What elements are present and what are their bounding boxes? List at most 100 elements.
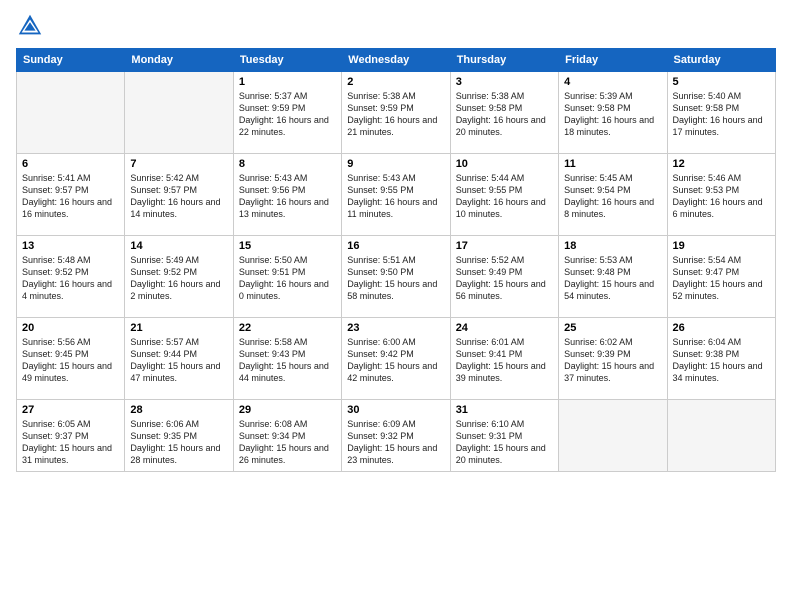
day-number: 15 bbox=[239, 240, 336, 252]
calendar-cell: 24Sunrise: 6:01 AMSunset: 9:41 PMDayligh… bbox=[450, 318, 558, 400]
day-number: 21 bbox=[130, 322, 227, 334]
cell-text: Sunrise: 5:51 AMSunset: 9:50 PMDaylight:… bbox=[347, 254, 444, 303]
day-header-tuesday: Tuesday bbox=[233, 49, 341, 72]
cell-text: Sunrise: 6:06 AMSunset: 9:35 PMDaylight:… bbox=[130, 418, 227, 467]
page: SundayMondayTuesdayWednesdayThursdayFrid… bbox=[0, 0, 792, 612]
day-number: 27 bbox=[22, 404, 119, 416]
day-number: 17 bbox=[456, 240, 553, 252]
cell-text: Sunrise: 5:58 AMSunset: 9:43 PMDaylight:… bbox=[239, 336, 336, 385]
day-number: 25 bbox=[564, 322, 661, 334]
calendar-header-row: SundayMondayTuesdayWednesdayThursdayFrid… bbox=[17, 49, 776, 72]
cell-text: Sunrise: 5:37 AMSunset: 9:59 PMDaylight:… bbox=[239, 90, 336, 139]
day-number: 11 bbox=[564, 158, 661, 170]
day-number: 13 bbox=[22, 240, 119, 252]
day-number: 20 bbox=[22, 322, 119, 334]
day-number: 23 bbox=[347, 322, 444, 334]
day-number: 24 bbox=[456, 322, 553, 334]
calendar-cell: 28 Sunrise: 6:06 AMSunset: 9:35 PMDayligh… bbox=[125, 400, 233, 472]
calendar-cell bbox=[667, 400, 775, 472]
day-header-wednesday: Wednesday bbox=[342, 49, 450, 72]
calendar-cell: 16Sunrise: 5:51 AMSunset: 9:50 PMDayligh… bbox=[342, 236, 450, 318]
calendar-cell: 9Sunrise: 5:43 AMSunset: 9:55 PMDaylight… bbox=[342, 154, 450, 236]
day-number: 28 bbox=[130, 404, 227, 416]
calendar-cell: 31 Sunrise: 6:10 AMSunset: 9:31 PMDayligh… bbox=[450, 400, 558, 472]
calendar-cell: 2 Sunrise: 5:38 AMSunset: 9:59 PMDaylight… bbox=[342, 72, 450, 154]
day-number: 22 bbox=[239, 322, 336, 334]
day-header-thursday: Thursday bbox=[450, 49, 558, 72]
cell-text: Sunrise: 5:56 AMSunset: 9:45 PMDaylight:… bbox=[22, 336, 119, 385]
calendar-cell bbox=[559, 400, 667, 472]
cell-text: Sunrise: 5:38 AMSunset: 9:58 PMDaylight:… bbox=[456, 90, 553, 139]
calendar-week-row: 27 Sunrise: 6:05 AMSunset: 9:37 PMDayligh… bbox=[17, 400, 776, 472]
calendar-week-row: 1 Sunrise: 5:37 AMSunset: 9:59 PMDaylight… bbox=[17, 72, 776, 154]
day-number: 30 bbox=[347, 404, 444, 416]
day-number: 29 bbox=[239, 404, 336, 416]
day-number: 18 bbox=[564, 240, 661, 252]
cell-text: Sunrise: 5:38 AMSunset: 9:59 PMDaylight:… bbox=[347, 90, 444, 139]
calendar-cell: 29 Sunrise: 6:08 AMSunset: 9:34 PMDayligh… bbox=[233, 400, 341, 472]
cell-text: Sunrise: 6:04 AMSunset: 9:38 PMDaylight:… bbox=[673, 336, 770, 385]
calendar-cell: 26 Sunrise: 6:04 AMSunset: 9:38 PMDayligh… bbox=[667, 318, 775, 400]
cell-text: Sunrise: 5:45 AMSunset: 9:54 PMDaylight:… bbox=[564, 172, 661, 221]
calendar-cell: 30 Sunrise: 6:09 AMSunset: 9:32 PMDayligh… bbox=[342, 400, 450, 472]
calendar-cell: 3Sunrise: 5:38 AMSunset: 9:58 PMDaylight… bbox=[450, 72, 558, 154]
cell-text: Sunrise: 6:10 AMSunset: 9:31 PMDaylight:… bbox=[456, 418, 553, 467]
calendar-cell: 4 Sunrise: 5:39 AMSunset: 9:58 PMDaylight… bbox=[559, 72, 667, 154]
calendar-cell: 23 Sunrise: 6:00 AMSunset: 9:42 PMDayligh… bbox=[342, 318, 450, 400]
cell-text: Sunrise: 5:49 AMSunset: 9:52 PMDaylight:… bbox=[130, 254, 227, 303]
cell-text: Sunrise: 6:02 AMSunset: 9:39 PMDaylight:… bbox=[564, 336, 661, 385]
logo-icon bbox=[16, 12, 44, 40]
cell-text: Sunrise: 6:08 AMSunset: 9:34 PMDaylight:… bbox=[239, 418, 336, 467]
calendar-week-row: 20 Sunrise: 5:56 AMSunset: 9:45 PMDayligh… bbox=[17, 318, 776, 400]
calendar-cell: 20 Sunrise: 5:56 AMSunset: 9:45 PMDayligh… bbox=[17, 318, 125, 400]
calendar-week-row: 13Sunrise: 5:48 AMSunset: 9:52 PMDayligh… bbox=[17, 236, 776, 318]
cell-text: Sunrise: 5:39 AMSunset: 9:58 PMDaylight:… bbox=[564, 90, 661, 139]
day-number: 8 bbox=[239, 158, 336, 170]
cell-text: Sunrise: 5:41 AMSunset: 9:57 PMDaylight:… bbox=[22, 172, 119, 221]
day-number: 6 bbox=[22, 158, 119, 170]
day-number: 26 bbox=[673, 322, 770, 334]
cell-text: Sunrise: 5:43 AMSunset: 9:56 PMDaylight:… bbox=[239, 172, 336, 221]
calendar-cell: 11 Sunrise: 5:45 AMSunset: 9:54 PMDayligh… bbox=[559, 154, 667, 236]
cell-text: Sunrise: 6:09 AMSunset: 9:32 PMDaylight:… bbox=[347, 418, 444, 467]
day-number: 14 bbox=[130, 240, 227, 252]
calendar-cell: 19Sunrise: 5:54 AMSunset: 9:47 PMDayligh… bbox=[667, 236, 775, 318]
calendar-cell: 25 Sunrise: 6:02 AMSunset: 9:39 PMDayligh… bbox=[559, 318, 667, 400]
day-header-friday: Friday bbox=[559, 49, 667, 72]
day-number: 9 bbox=[347, 158, 444, 170]
day-number: 7 bbox=[130, 158, 227, 170]
logo bbox=[16, 12, 48, 40]
calendar-cell: 7Sunrise: 5:42 AMSunset: 9:57 PMDaylight… bbox=[125, 154, 233, 236]
day-number: 19 bbox=[673, 240, 770, 252]
day-number: 5 bbox=[673, 76, 770, 88]
day-number: 2 bbox=[347, 76, 444, 88]
cell-text: Sunrise: 5:46 AMSunset: 9:53 PMDaylight:… bbox=[673, 172, 770, 221]
calendar-week-row: 6 Sunrise: 5:41 AMSunset: 9:57 PMDaylight… bbox=[17, 154, 776, 236]
calendar-cell: 5 Sunrise: 5:40 AMSunset: 9:58 PMDaylight… bbox=[667, 72, 775, 154]
calendar-cell bbox=[125, 72, 233, 154]
day-number: 12 bbox=[673, 158, 770, 170]
day-number: 10 bbox=[456, 158, 553, 170]
calendar-cell: 6 Sunrise: 5:41 AMSunset: 9:57 PMDaylight… bbox=[17, 154, 125, 236]
calendar-cell: 27 Sunrise: 6:05 AMSunset: 9:37 PMDayligh… bbox=[17, 400, 125, 472]
cell-text: Sunrise: 5:40 AMSunset: 9:58 PMDaylight:… bbox=[673, 90, 770, 139]
calendar-cell: 14 Sunrise: 5:49 AMSunset: 9:52 PMDayligh… bbox=[125, 236, 233, 318]
calendar-cell bbox=[17, 72, 125, 154]
calendar-cell: 8 Sunrise: 5:43 AMSunset: 9:56 PMDaylight… bbox=[233, 154, 341, 236]
calendar-cell: 12 Sunrise: 5:46 AMSunset: 9:53 PMDayligh… bbox=[667, 154, 775, 236]
day-number: 4 bbox=[564, 76, 661, 88]
calendar-cell: 21 Sunrise: 5:57 AMSunset: 9:44 PMDayligh… bbox=[125, 318, 233, 400]
cell-text: Sunrise: 5:44 AMSunset: 9:55 PMDaylight:… bbox=[456, 172, 553, 221]
day-number: 31 bbox=[456, 404, 553, 416]
cell-text: Sunrise: 6:00 AMSunset: 9:42 PMDaylight:… bbox=[347, 336, 444, 385]
cell-text: Sunrise: 5:52 AMSunset: 9:49 PMDaylight:… bbox=[456, 254, 553, 303]
calendar-cell: 17 Sunrise: 5:52 AMSunset: 9:49 PMDayligh… bbox=[450, 236, 558, 318]
cell-text: Sunrise: 6:05 AMSunset: 9:37 PMDaylight:… bbox=[22, 418, 119, 467]
day-header-saturday: Saturday bbox=[667, 49, 775, 72]
day-number: 1 bbox=[239, 76, 336, 88]
calendar-cell: 1 Sunrise: 5:37 AMSunset: 9:59 PMDaylight… bbox=[233, 72, 341, 154]
calendar-cell: 22 Sunrise: 5:58 AMSunset: 9:43 PMDayligh… bbox=[233, 318, 341, 400]
cell-text: Sunrise: 5:57 AMSunset: 9:44 PMDaylight:… bbox=[130, 336, 227, 385]
cell-text: Sunrise: 5:50 AMSunset: 9:51 PMDaylight:… bbox=[239, 254, 336, 303]
calendar: SundayMondayTuesdayWednesdayThursdayFrid… bbox=[16, 48, 776, 472]
